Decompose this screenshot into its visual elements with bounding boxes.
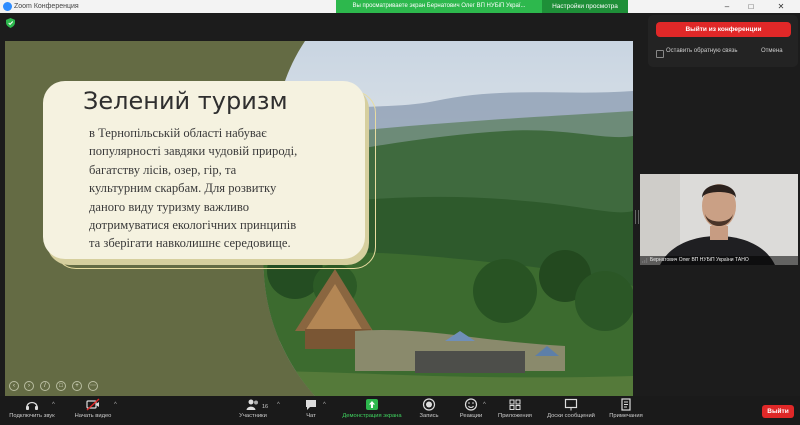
participant-image	[640, 174, 798, 265]
panel-resize-handle[interactable]	[635, 210, 639, 224]
start-video-label: Начать видео	[74, 413, 112, 419]
shared-slide: Зелений туризм в Тернопільській області …	[5, 41, 633, 396]
whiteboards-button[interactable]: Доски сообщений	[543, 398, 599, 419]
apps-button[interactable]: Приложения	[494, 398, 536, 419]
slide-body: в Тернопільській області набуває популяр…	[89, 126, 298, 251]
record-label: Запись	[419, 413, 439, 419]
next-icon[interactable]: ›	[24, 381, 34, 391]
zoom-logo-icon	[3, 2, 12, 11]
meeting-toolbar: Подключить звук ^ Начать видео ^ Участни…	[0, 396, 800, 425]
start-video-button[interactable]: Начать видео	[70, 398, 116, 419]
minimize-button[interactable]: –	[716, 0, 738, 13]
end-meeting-button[interactable]: Выйти	[762, 405, 794, 418]
participant-name: Бернатович Олег ВП НУБіП України ТАНО	[640, 256, 798, 265]
copy-icon[interactable]: □	[56, 381, 66, 391]
text-card: Зелений туризм в Тернопільській області …	[43, 81, 365, 259]
unmute-button[interactable]: Подключить звук	[6, 398, 58, 419]
slide-title: Зелений туризм	[83, 87, 288, 115]
share-screen-button[interactable]: Демонстрация экрана	[336, 398, 408, 419]
view-options-button[interactable]: Настройки просмотра	[542, 0, 628, 13]
chat-button[interactable]: Чат	[298, 398, 324, 419]
reactions-label: Реакции	[459, 413, 483, 419]
audio-caret-icon[interactable]: ^	[52, 402, 55, 408]
participants-label: Участники	[239, 413, 267, 419]
zoom-icon[interactable]: +	[72, 381, 82, 391]
apps-icon	[509, 399, 521, 410]
chat-label: Чат	[306, 413, 316, 419]
participants-caret-icon[interactable]: ^	[277, 402, 280, 408]
share-banner: Вы просматриваете экран Бернатович Олег …	[336, 0, 542, 13]
apps-label: Приложения	[498, 413, 532, 419]
pen-icon[interactable]: /	[40, 381, 50, 391]
prev-icon[interactable]: ‹	[9, 381, 19, 391]
leave-panel: Выйти из конференции Оставить обратную с…	[648, 15, 798, 67]
cancel-button[interactable]: Отмена	[761, 48, 783, 54]
leave-meeting-button[interactable]: Выйти из конференции	[656, 22, 791, 37]
share-screen-icon	[366, 399, 378, 410]
chat-caret-icon[interactable]: ^	[323, 402, 326, 408]
record-button[interactable]: Запись	[414, 398, 444, 419]
record-icon	[422, 398, 436, 411]
video-caret-icon[interactable]: ^	[114, 402, 117, 408]
participant-video[interactable]: Бернатович Олег ВП НУБіП України ТАНО	[640, 174, 798, 265]
participants-icon	[246, 399, 258, 410]
app-title: Zoom Конференция	[14, 3, 79, 10]
notes-button[interactable]: Примечания	[606, 398, 646, 419]
title-bar: Zoom Конференция Вы просматриваете экран…	[0, 0, 800, 13]
close-button[interactable]: ✕	[764, 0, 798, 13]
whiteboards-label: Доски сообщений	[547, 413, 595, 419]
whiteboard-icon	[564, 398, 578, 411]
reactions-caret-icon[interactable]: ^	[483, 402, 486, 408]
unmute-label: Подключить звук	[9, 413, 55, 419]
reactions-button[interactable]: Реакции	[456, 398, 486, 419]
headphones-icon	[26, 401, 38, 410]
participants-count: 16	[262, 404, 269, 410]
feedback-checkbox[interactable]	[656, 50, 664, 58]
notes-icon	[621, 398, 631, 411]
security-shield-icon	[6, 18, 15, 28]
share-screen-label: Демонстрация экрана	[342, 413, 402, 419]
maximize-button[interactable]: □	[740, 0, 762, 13]
reactions-icon	[464, 398, 478, 411]
feedback-label: Оставить обратную связь	[666, 48, 738, 54]
video-off-icon	[86, 398, 100, 411]
notes-label: Примечания	[609, 413, 643, 419]
chat-icon	[306, 400, 316, 410]
more-icon[interactable]: ⋯	[88, 381, 98, 391]
